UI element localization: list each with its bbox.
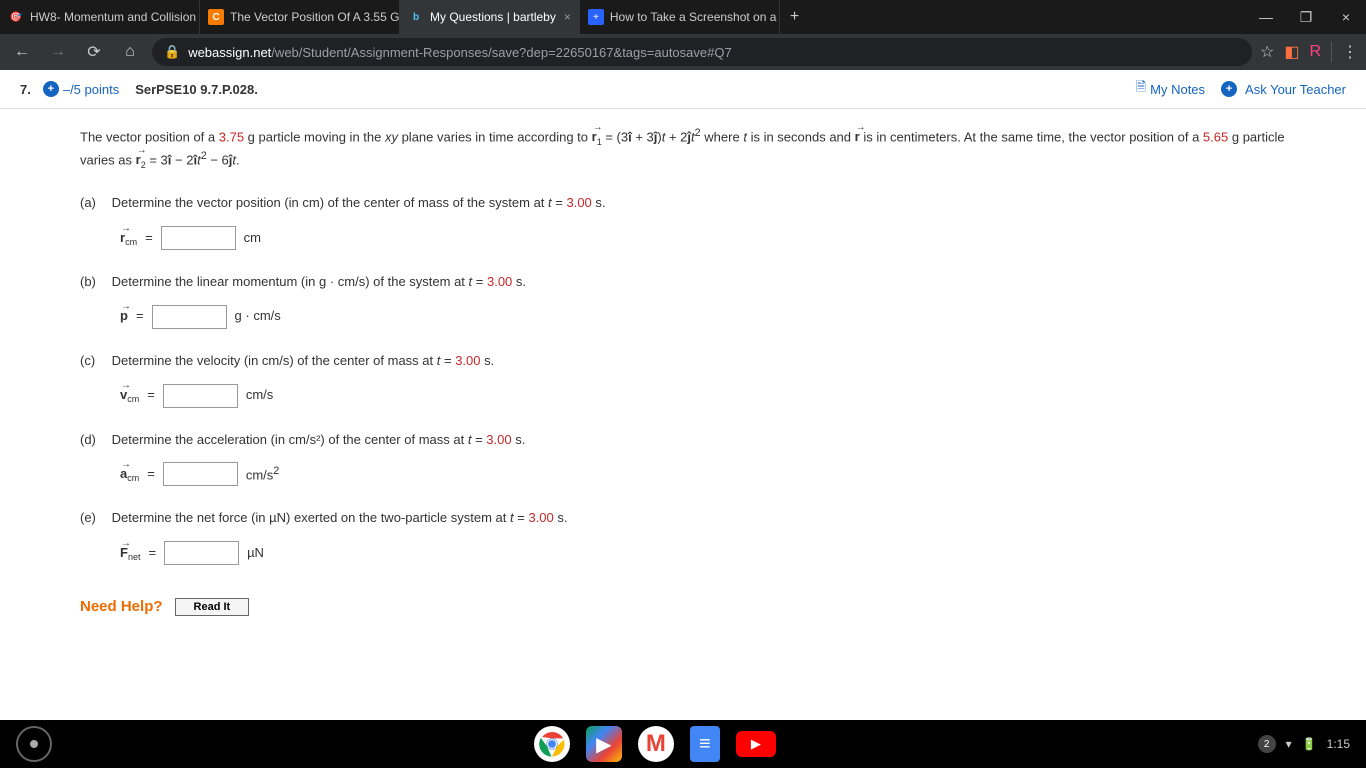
star-icon[interactable]: ☆ [1260,42,1274,62]
my-notes-button[interactable]: 🗎My Notes [1136,78,1205,100]
problem-statement: The vector position of a 3.75 g particle… [80,125,1286,171]
wifi-icon: ▾ [1286,737,1292,751]
minimize-button[interactable]: — [1246,0,1286,34]
tab-icon-1: 🎯 [8,9,24,25]
question-body: The vector position of a 3.75 g particle… [0,109,1366,655]
plus-icon: + [1221,81,1237,97]
url-path: /web/Student/Assignment-Responses/save?d… [271,45,731,60]
notes-icon: 🗎 [1136,78,1146,100]
browser-tabs: 🎯 HW8- Momentum and Collision × C The Ve… [0,0,1366,34]
play-store-icon[interactable]: ▶ [586,726,622,762]
need-help-label: Need Help? [80,595,163,619]
unit-b: g · cm/s [235,306,281,327]
part-d-label: (d) [80,430,108,451]
part-c: (c) Determine the velocity (in cm/s) of … [80,351,1286,408]
tab-icon-2: C [208,9,224,25]
forward-button[interactable]: → [44,38,72,66]
var-c: →vcm [120,385,139,406]
unit-e: µN [247,543,264,564]
tab-title-4: How to Take a Screenshot on a C [610,10,780,24]
var-e: →Fnet [120,543,140,564]
url-input[interactable]: 🔒 webassign.net/web/Student/Assignment-R… [152,38,1252,66]
extension-icon-1[interactable]: ◧ [1284,42,1299,62]
launcher-button[interactable] [16,726,52,762]
window-controls: — ❐ × [1246,0,1366,34]
var-b: →p [120,306,128,327]
part-b-label: (b) [80,272,108,293]
clock: 1:15 [1327,737,1350,751]
part-c-label: (c) [80,351,108,372]
var-a: →rcm [120,228,137,249]
answer-input-b[interactable] [152,305,227,329]
close-icon[interactable]: × [564,10,571,24]
gmail-icon[interactable]: M [638,726,674,762]
expand-icon[interactable]: + [43,81,59,97]
tab-title-3: My Questions | bartleby [430,10,556,24]
tab-icon-3: b [408,9,424,25]
tab-title-2: The Vector Position Of A 3.55 G [230,10,399,24]
question-header: 7. + –/5 points SerPSE10 9.7.P.028. 🗎My … [0,70,1366,109]
battery-icon: 🔋 [1302,737,1317,751]
tab-1[interactable]: 🎯 HW8- Momentum and Collision × [0,0,200,34]
tab-3-active[interactable]: b My Questions | bartleby × [400,0,580,34]
close-window-button[interactable]: × [1326,0,1366,34]
home-button[interactable]: ⌂ [116,38,144,66]
extension-icons: ☆ ◧ R ⋮ [1260,42,1358,62]
unit-d: cm/s2 [246,463,279,486]
unit-a: cm [244,228,261,249]
dock: ▶ M ≡ ▶ 2 ▾ 🔋 1:15 [0,720,1366,768]
page-content: 7. + –/5 points SerPSE10 9.7.P.028. 🗎My … [0,70,1366,720]
url-bar: ← → ⟳ ⌂ 🔒 webassign.net/web/Student/Assi… [0,34,1366,70]
menu-icon[interactable]: ⋮ [1331,42,1358,62]
tab-icon-4: + [588,9,604,25]
system-tray[interactable]: 2 ▾ 🔋 1:15 [1258,735,1350,753]
youtube-icon[interactable]: ▶ [736,731,776,757]
answer-input-a[interactable] [161,226,236,250]
notification-badge[interactable]: 2 [1258,735,1276,753]
lock-icon: 🔒 [164,44,180,60]
answer-input-c[interactable] [163,384,238,408]
problem-id: SerPSE10 9.7.P.028. [135,82,258,97]
ask-teacher-button[interactable]: +Ask Your Teacher [1221,81,1346,97]
question-number: 7. [20,82,31,97]
tab-title-1: HW8- Momentum and Collision [30,10,196,24]
part-d: (d) Determine the acceleration (in cm/s²… [80,430,1286,487]
part-b: (b) Determine the linear momentum (in g … [80,272,1286,329]
unit-c: cm/s [246,385,273,406]
restore-button[interactable]: ❐ [1286,0,1326,34]
reload-button[interactable]: ⟳ [80,38,108,66]
part-e: (e) Determine the net force (in µN) exer… [80,508,1286,565]
answer-input-e[interactable] [164,541,239,565]
part-a: (a) Determine the vector position (in cm… [80,193,1286,250]
read-it-button[interactable]: Read It [175,598,250,616]
var-d: →acm [120,464,139,485]
extension-icon-2[interactable]: R [1309,43,1321,61]
chrome-app-icon[interactable] [534,726,570,762]
tab-2[interactable]: C The Vector Position Of A 3.55 G × [200,0,400,34]
part-a-label: (a) [80,193,108,214]
new-tab-button[interactable]: + [780,8,809,26]
points-label: –/5 points [63,82,119,97]
part-e-label: (e) [80,508,108,529]
need-help-section: Need Help? Read It [80,595,1286,619]
docs-icon[interactable]: ≡ [690,726,720,762]
back-button[interactable]: ← [8,38,36,66]
tab-4[interactable]: + How to Take a Screenshot on a C × [580,0,780,34]
answer-input-d[interactable] [163,462,238,486]
url-domain: webassign.net [188,45,271,60]
